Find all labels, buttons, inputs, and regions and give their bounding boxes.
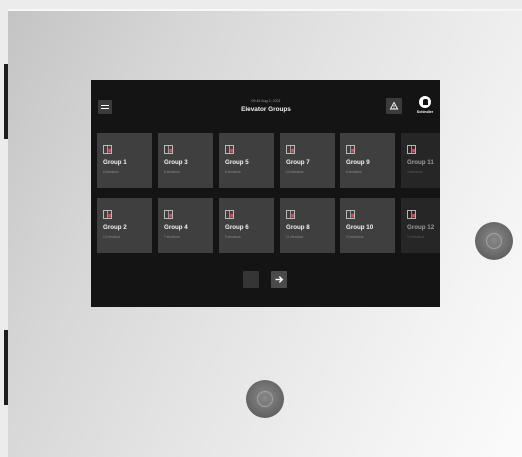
group-elevator-count: 10 elevators: [286, 170, 304, 174]
elevator-icon: [286, 210, 295, 219]
group-tile[interactable]: Group 8 11 elevators: [280, 198, 335, 253]
group-elevator-count: 11 elevators: [286, 235, 304, 239]
group-name: Group 8: [286, 224, 310, 231]
touch-screen: 09:45 Aug 2, 2021 Elevator Groups Schind…: [91, 80, 440, 307]
group-tile[interactable]: Group 3 6 elevators: [158, 133, 213, 188]
group-elevator-count: 7 elevators: [164, 235, 180, 239]
group-tile[interactable]: Group 7 10 elevators: [280, 133, 335, 188]
group-name: Group 4: [164, 224, 188, 231]
elevator-icon: [286, 145, 295, 154]
alert-button[interactable]: [386, 98, 402, 114]
group-name: Group 5: [225, 159, 249, 166]
group-name: Group 6: [225, 224, 249, 231]
group-name: Group 1: [103, 159, 127, 166]
group-tile[interactable]: Group 2 12 elevators: [97, 198, 152, 253]
group-name: Group 3: [164, 159, 188, 166]
page-title: Elevator Groups: [241, 106, 291, 113]
elevator-icon: [346, 145, 355, 154]
group-name: Group 7: [286, 159, 310, 166]
group-tile[interactable]: Group 5 6 elevators: [219, 133, 274, 188]
elevator-icon: [103, 210, 112, 219]
group-name: Group 2: [103, 224, 127, 231]
knob-ring-icon: [256, 390, 274, 408]
group-tile[interactable]: Group 11 4 elevators: [401, 133, 440, 188]
group-tile[interactable]: Group 9 6 elevators: [340, 133, 395, 188]
left-edge-bar-top: [4, 64, 8, 139]
group-name: Group 11: [407, 159, 434, 166]
brand-name: Schindler: [416, 110, 434, 114]
elevator-icon: [103, 145, 112, 154]
brand-logo: Schindler: [414, 96, 436, 118]
elevator-icon: [407, 210, 416, 219]
group-elevator-count: 10 elevators: [346, 235, 364, 239]
next-page-button[interactable]: [271, 271, 287, 288]
menu-button[interactable]: [98, 100, 112, 114]
left-edge-bar-bottom: [4, 330, 8, 405]
warning-icon: [389, 101, 399, 110]
bottom-knob[interactable]: [246, 380, 284, 418]
group-elevator-count: 4 elevators: [407, 170, 423, 174]
group-elevator-count: 10 elevators: [407, 235, 425, 239]
knob-ring-icon: [485, 232, 503, 250]
right-knob[interactable]: [475, 222, 513, 260]
panel-edge: [8, 9, 522, 11]
group-name: Group 12: [407, 224, 435, 231]
group-elevator-count: 6 elevators: [225, 170, 241, 174]
group-tile[interactable]: Group 4 7 elevators: [158, 198, 213, 253]
arrow-right-icon: [275, 276, 284, 283]
group-name: Group 9: [346, 159, 370, 166]
group-elevator-count: 6 elevators: [346, 170, 362, 174]
schindler-logo-icon: [419, 96, 431, 108]
group-tile[interactable]: Group 1 6 elevators: [97, 133, 152, 188]
group-elevator-count: 6 elevators: [164, 170, 180, 174]
elevator-icon: [407, 145, 416, 154]
elevator-icon: [346, 210, 355, 219]
group-name: Group 10: [346, 224, 374, 231]
group-tile[interactable]: Group 6 9 elevators: [219, 198, 274, 253]
group-elevator-count: 12 elevators: [103, 235, 121, 239]
elevator-icon: [225, 210, 234, 219]
elevator-icon: [225, 145, 234, 154]
group-tile[interactable]: Group 12 10 elevators: [401, 198, 440, 253]
group-tile[interactable]: Group 10 10 elevators: [340, 198, 395, 253]
group-elevator-count: 9 elevators: [225, 235, 241, 239]
group-elevator-count: 6 elevators: [103, 170, 119, 174]
elevator-icon: [164, 210, 173, 219]
previous-page-button[interactable]: [243, 271, 259, 288]
header-datetime: 09:45 Aug 2, 2021: [251, 99, 281, 103]
elevator-icon: [164, 145, 173, 154]
